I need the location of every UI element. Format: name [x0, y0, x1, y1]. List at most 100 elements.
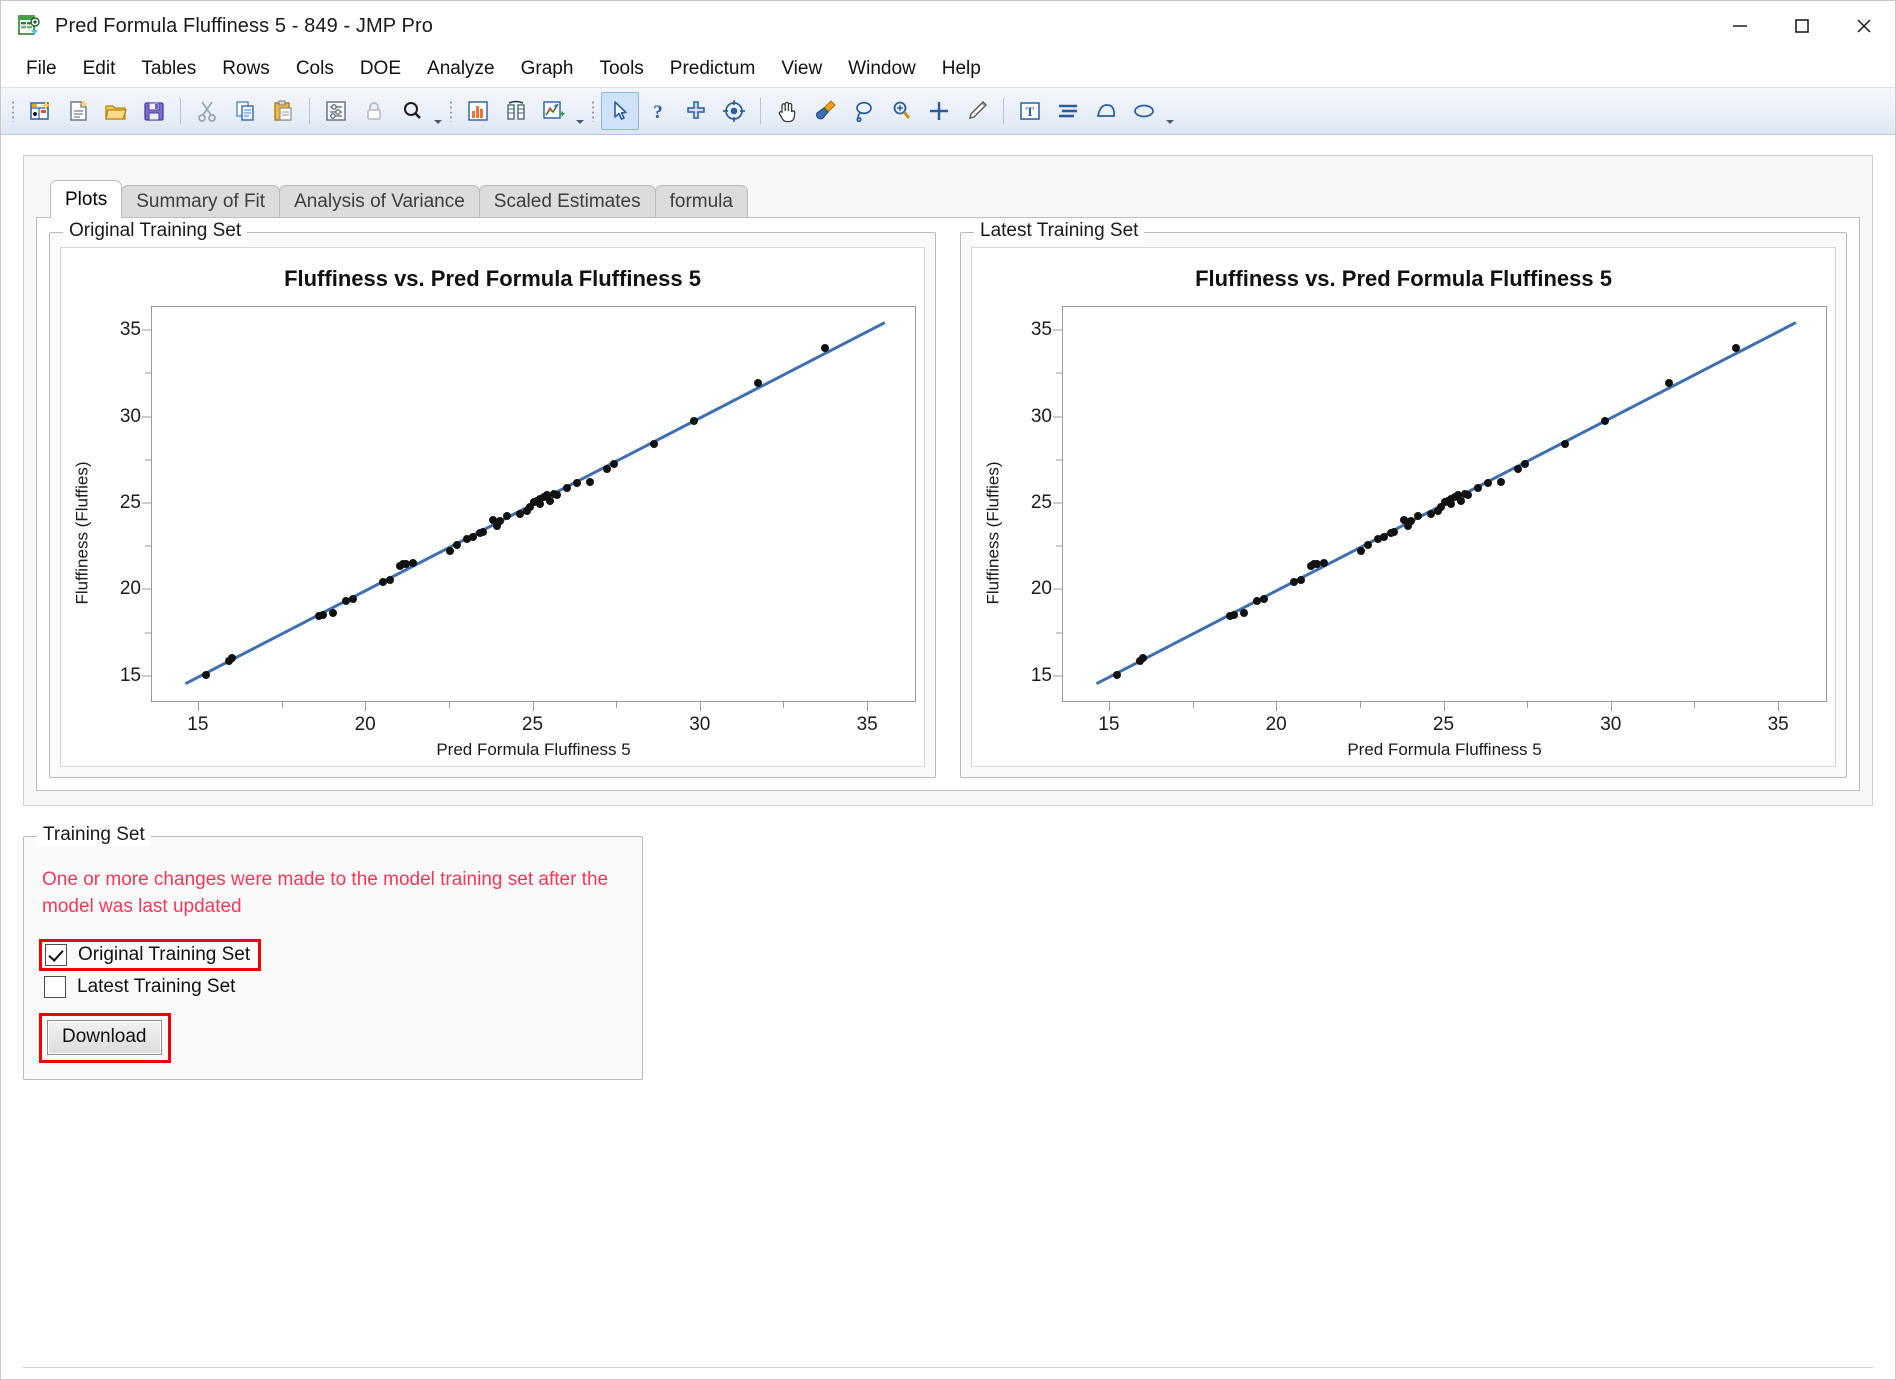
scatter-point[interactable]	[609, 460, 618, 469]
scatter-point[interactable]	[328, 608, 337, 617]
scatter-point[interactable]	[1731, 344, 1740, 353]
scatter-point[interactable]	[1239, 608, 1248, 617]
pencil-icon[interactable]	[958, 92, 996, 130]
plot-area[interactable]	[1062, 306, 1827, 702]
scatter-point[interactable]	[201, 671, 210, 680]
distribution-icon[interactable]	[459, 92, 497, 130]
new-data-table-icon[interactable]	[21, 92, 59, 130]
magnifier-zoom-icon[interactable]	[882, 92, 920, 130]
scatter-point[interactable]	[452, 541, 461, 550]
scatter-point[interactable]	[536, 500, 545, 508]
scatter-point[interactable]	[573, 479, 581, 488]
tab-formula[interactable]: formula	[654, 185, 748, 218]
scatter-point[interactable]	[649, 439, 658, 448]
scatter-point[interactable]	[1390, 527, 1399, 536]
scatter-point[interactable]	[1447, 500, 1456, 508]
scatter-point[interactable]	[1229, 610, 1238, 619]
menu-predictum[interactable]: Predictum	[657, 54, 769, 84]
lock-icon[interactable]	[355, 92, 393, 130]
menu-cols[interactable]: Cols	[283, 54, 347, 84]
plot-area[interactable]	[151, 306, 916, 702]
menu-rows[interactable]: Rows	[209, 54, 283, 84]
toolbar-grip[interactable]	[449, 100, 453, 122]
checkbox-latest-training-set[interactable]: Latest Training Set	[40, 973, 241, 1001]
search-icon[interactable]	[393, 92, 431, 130]
copy-icon[interactable]	[226, 92, 264, 130]
scatter-point[interactable]	[1560, 439, 1569, 448]
ellipse-icon[interactable]	[1125, 92, 1163, 130]
scatter-point[interactable]	[1601, 417, 1610, 426]
latest-training-set-plot[interactable]: Fluffiness vs. Pred Formula Fluffiness 5…	[971, 247, 1836, 767]
menu-tables[interactable]: Tables	[128, 54, 209, 84]
scatter-point[interactable]	[1664, 379, 1673, 388]
original-training-set-plot[interactable]: Fluffiness vs. Pred Formula Fluffiness 5…	[60, 247, 925, 767]
menu-window[interactable]: Window	[835, 54, 929, 84]
scatter-point[interactable]	[318, 610, 327, 619]
scatter-point[interactable]	[409, 558, 418, 567]
close-button[interactable]	[1833, 1, 1895, 51]
checkbox-original-training-set[interactable]: Original Training Set	[39, 938, 262, 971]
scatter-point[interactable]	[1363, 541, 1372, 550]
tab-plots[interactable]: Plots	[50, 180, 123, 218]
toolbar-grip[interactable]	[591, 100, 595, 122]
lasso-icon[interactable]	[844, 92, 882, 130]
scatter-point[interactable]	[753, 379, 762, 388]
data-filter-icon[interactable]	[317, 92, 355, 130]
menu-analyze[interactable]: Analyze	[414, 54, 508, 84]
menu-graph[interactable]: Graph	[508, 54, 587, 84]
text-annotate-icon[interactable]: T	[1011, 92, 1049, 130]
toolbar-grip[interactable]	[11, 100, 15, 122]
menu-doe[interactable]: DOE	[347, 54, 414, 84]
menu-tools[interactable]: Tools	[586, 54, 656, 84]
tab-summary-of-fit[interactable]: Summary of Fit	[121, 185, 281, 218]
scatter-point[interactable]	[1320, 558, 1329, 567]
scatter-point[interactable]	[1473, 484, 1482, 493]
scatter-point[interactable]	[1296, 576, 1305, 585]
new-script-icon[interactable]	[59, 92, 97, 130]
scatter-point[interactable]	[228, 653, 237, 662]
scatter-point[interactable]	[1484, 479, 1492, 488]
scatter-point[interactable]	[348, 595, 357, 604]
target-annotate-icon[interactable]	[715, 92, 753, 130]
arrow-select-icon[interactable]	[601, 92, 639, 130]
hand-grabber-icon[interactable]	[768, 92, 806, 130]
toolbar-overflow-chevron-down-icon[interactable]	[431, 92, 445, 130]
paste-icon[interactable]	[264, 92, 302, 130]
scatter-point[interactable]	[1413, 512, 1422, 521]
crosshair-brush-icon[interactable]	[677, 92, 715, 130]
line-style-icon[interactable]	[1049, 92, 1087, 130]
checkbox-checked-icon[interactable]	[45, 943, 67, 966]
scatter-point[interactable]	[820, 344, 829, 353]
toolbar-overflow-chevron-down-icon[interactable]	[1163, 92, 1177, 130]
scatter-point[interactable]	[1139, 653, 1148, 662]
scatter-point[interactable]	[1497, 477, 1506, 486]
crosshairs-icon[interactable]	[920, 92, 958, 130]
scatter-point[interactable]	[502, 512, 511, 521]
scatter-point[interactable]	[690, 417, 699, 426]
scatter-point[interactable]	[1463, 491, 1472, 500]
polygon-icon[interactable]	[1087, 92, 1125, 130]
menu-file[interactable]: File	[13, 54, 70, 84]
minimize-button[interactable]	[1709, 1, 1771, 51]
scatter-point[interactable]	[1112, 671, 1121, 680]
maximize-button[interactable]	[1771, 1, 1833, 51]
scatter-point[interactable]	[562, 484, 571, 493]
save-icon[interactable]	[135, 92, 173, 130]
graph-builder-icon[interactable]	[535, 92, 573, 130]
scatter-point[interactable]	[1520, 460, 1529, 469]
cut-icon[interactable]	[188, 92, 226, 130]
checkbox-unchecked-icon[interactable]	[44, 975, 66, 998]
download-button[interactable]: Download	[47, 1019, 162, 1055]
scatter-point[interactable]	[1259, 595, 1268, 604]
scatter-point[interactable]	[479, 527, 488, 536]
tab-analysis-of-variance[interactable]: Analysis of Variance	[279, 185, 480, 218]
scatter-point[interactable]	[552, 491, 561, 500]
fit-y-by-x-icon[interactable]	[497, 92, 535, 130]
menu-help[interactable]: Help	[929, 54, 994, 84]
menu-edit[interactable]: Edit	[70, 54, 129, 84]
scatter-point[interactable]	[586, 477, 595, 486]
scatter-point[interactable]	[385, 576, 394, 585]
paint-brush-icon[interactable]	[806, 92, 844, 130]
open-file-icon[interactable]	[97, 92, 135, 130]
menu-view[interactable]: View	[768, 54, 835, 84]
